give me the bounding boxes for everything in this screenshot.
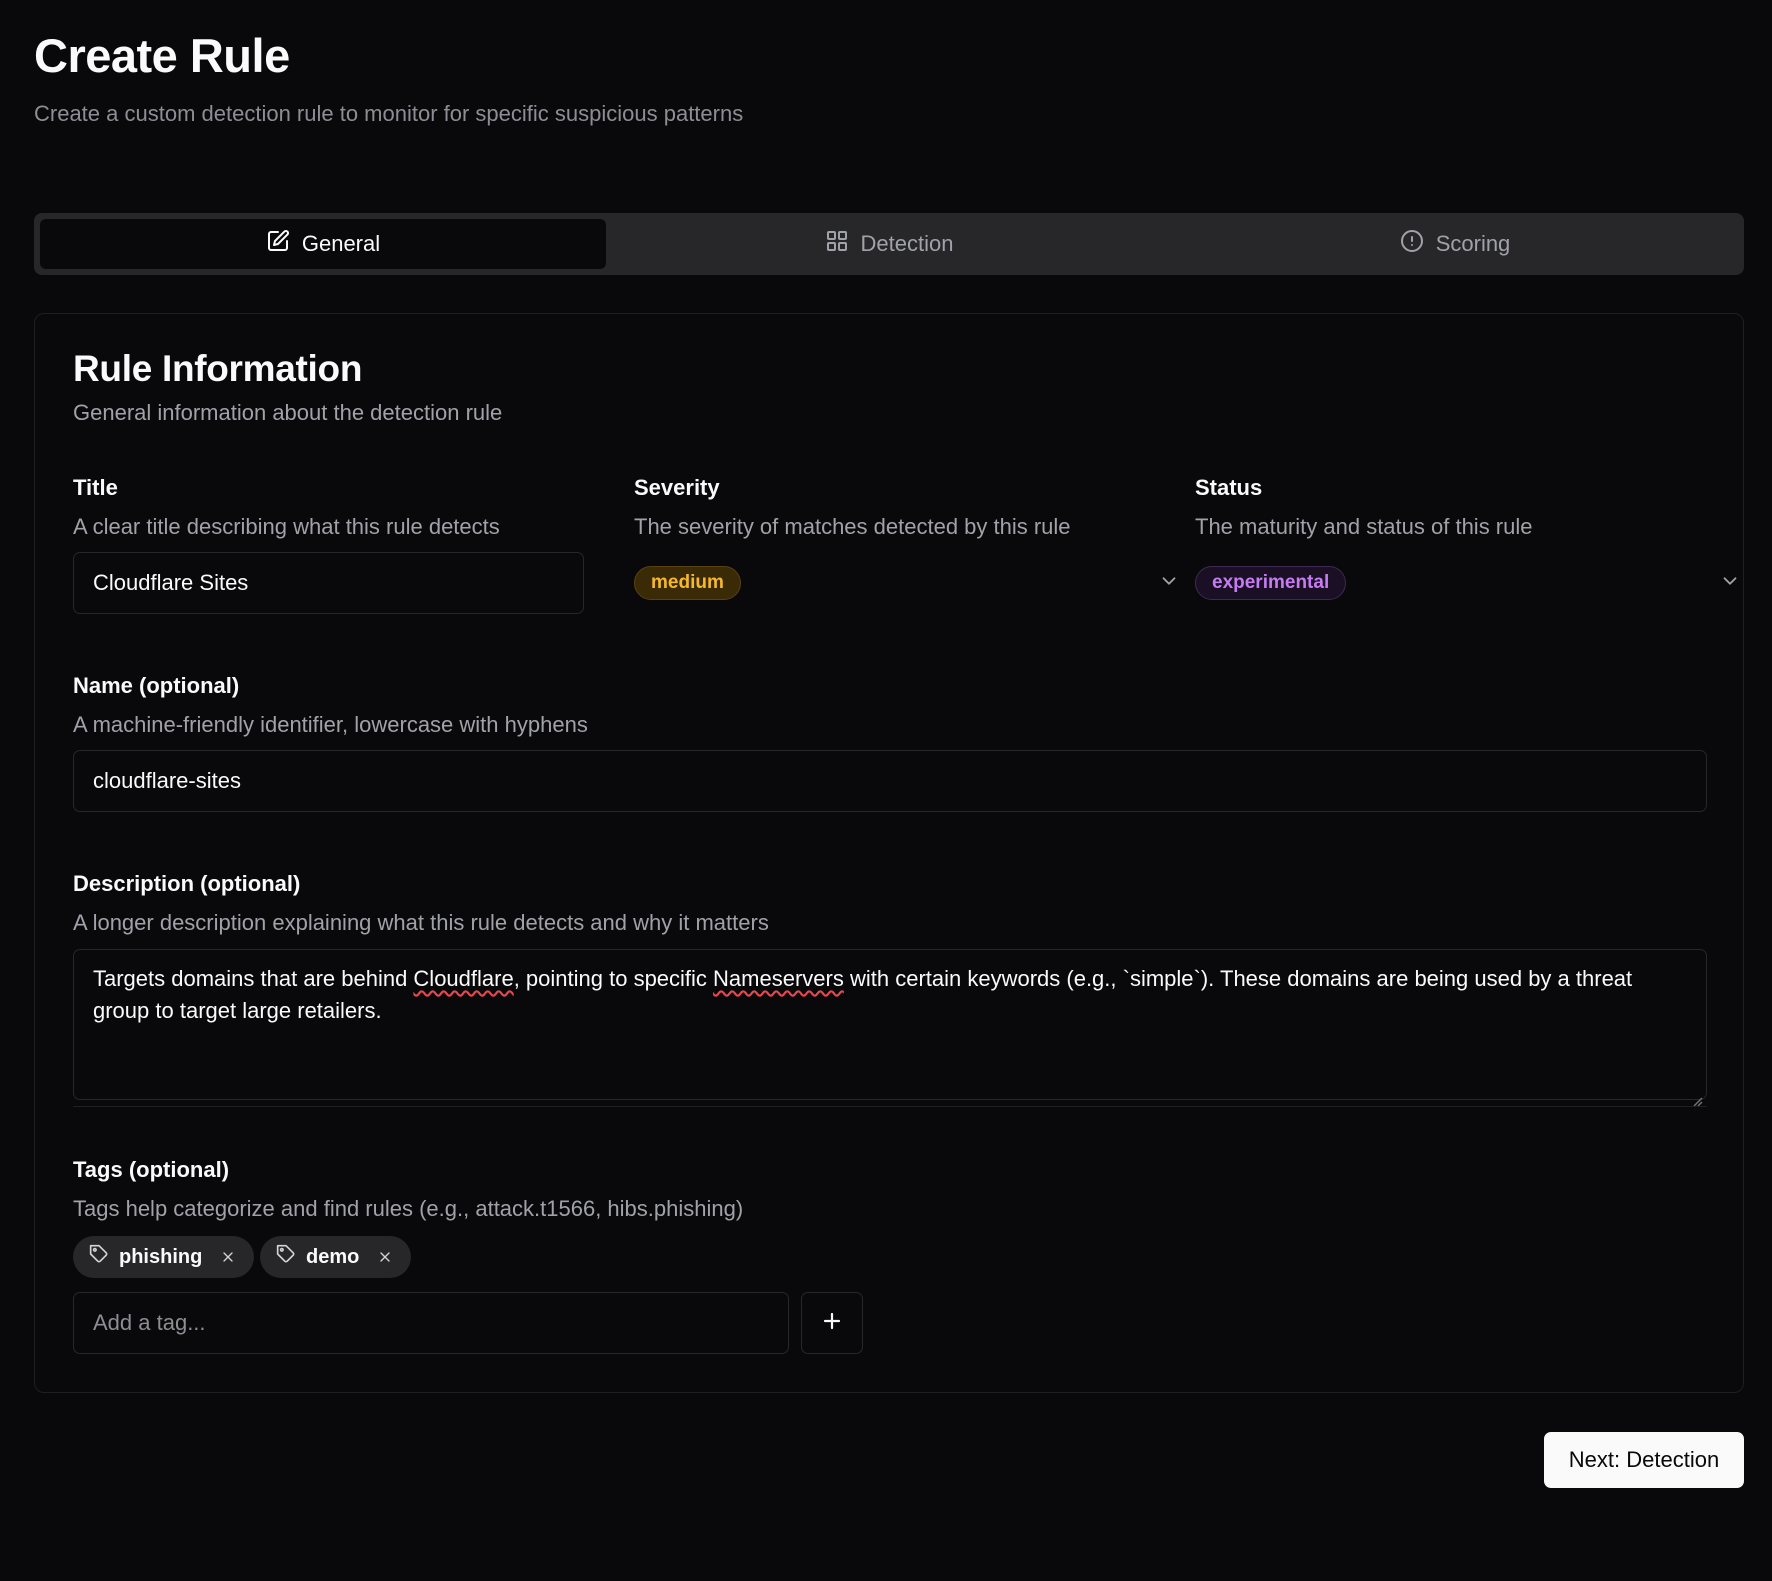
- tab-general[interactable]: General: [40, 219, 606, 269]
- tab-scoring[interactable]: Scoring: [1172, 219, 1738, 269]
- add-tag-input[interactable]: [73, 1292, 789, 1354]
- chevron-down-icon: [1158, 570, 1180, 597]
- add-tag-button[interactable]: [801, 1292, 863, 1354]
- tag-icon: [276, 1244, 296, 1270]
- resize-handle-icon[interactable]: [1691, 1084, 1703, 1107]
- tag-chip: phishing: [73, 1236, 255, 1278]
- misspelled-word: Nameservers: [713, 966, 844, 991]
- severity-label: Severity: [634, 475, 720, 500]
- status-select[interactable]: experimental: [1195, 552, 1741, 614]
- severity-help: The severity of matches detected by this…: [634, 514, 1071, 539]
- tab-detection[interactable]: Detection: [606, 219, 1172, 269]
- tag-label: phishing: [119, 1245, 203, 1268]
- card-title: Rule Information: [73, 348, 363, 389]
- description-help: A longer description explaining what thi…: [73, 910, 769, 935]
- title-input[interactable]: Cloudflare Sites: [73, 552, 584, 614]
- tab-scoring-label: Scoring: [1435, 231, 1511, 256]
- chevron-down-icon: [1719, 570, 1741, 597]
- misspelled-word: Cloudflare: [413, 966, 514, 991]
- status-label: Status: [1195, 475, 1263, 500]
- grid-icon: [825, 229, 849, 259]
- status-badge: experimental: [1195, 566, 1347, 600]
- name-input-value: cloudflare-sites: [93, 768, 241, 793]
- next-detection-button[interactable]: Next: Detection: [1544, 1432, 1744, 1488]
- title-label: Title: [73, 475, 118, 500]
- status-help: The maturity and status of this rule: [1195, 514, 1533, 539]
- create-rule-page: Create Rule Create a custom detection ru…: [0, 0, 1772, 1581]
- page-title: Create Rule: [34, 29, 290, 82]
- description-text: , pointing to specific: [513, 966, 714, 991]
- page-subtitle: Create a custom detection rule to monito…: [34, 101, 744, 126]
- tag-label: demo: [306, 1245, 360, 1268]
- tags-help: Tags help categorize and find rules (e.g…: [73, 1196, 744, 1221]
- tags-label: Tags (optional): [73, 1157, 230, 1182]
- description-label: Description (optional): [73, 871, 301, 896]
- description-textarea[interactable]: Targets domains that are behind Cloudfla…: [73, 949, 1707, 1107]
- severity-select[interactable]: medium: [634, 552, 1180, 614]
- close-icon[interactable]: [377, 1249, 393, 1265]
- rule-information-card: Rule Information General information abo…: [34, 313, 1744, 1393]
- title-input-value: Cloudflare Sites: [93, 570, 249, 595]
- name-help: A machine-friendly identifier, lowercase…: [73, 712, 588, 737]
- severity-badge: medium: [634, 566, 741, 600]
- description-text: Targets domains that are behind: [93, 966, 414, 991]
- edit-icon: [266, 229, 290, 259]
- divider: [73, 1106, 1707, 1107]
- close-icon[interactable]: [220, 1249, 236, 1265]
- alert-circle-icon: [1400, 229, 1424, 259]
- plus-icon: [820, 1309, 844, 1338]
- title-help: A clear title describing what this rule …: [73, 514, 500, 539]
- name-input[interactable]: cloudflare-sites: [73, 750, 1707, 812]
- card-description: General information about the detection …: [73, 400, 503, 425]
- tag-icon: [89, 1244, 109, 1270]
- tab-list: General Detection Scoring: [34, 213, 1744, 275]
- name-label: Name (optional): [73, 673, 240, 698]
- tag-chip: demo: [260, 1236, 412, 1278]
- tab-detection-label: Detection: [860, 231, 954, 256]
- tab-general-label: General: [301, 231, 381, 256]
